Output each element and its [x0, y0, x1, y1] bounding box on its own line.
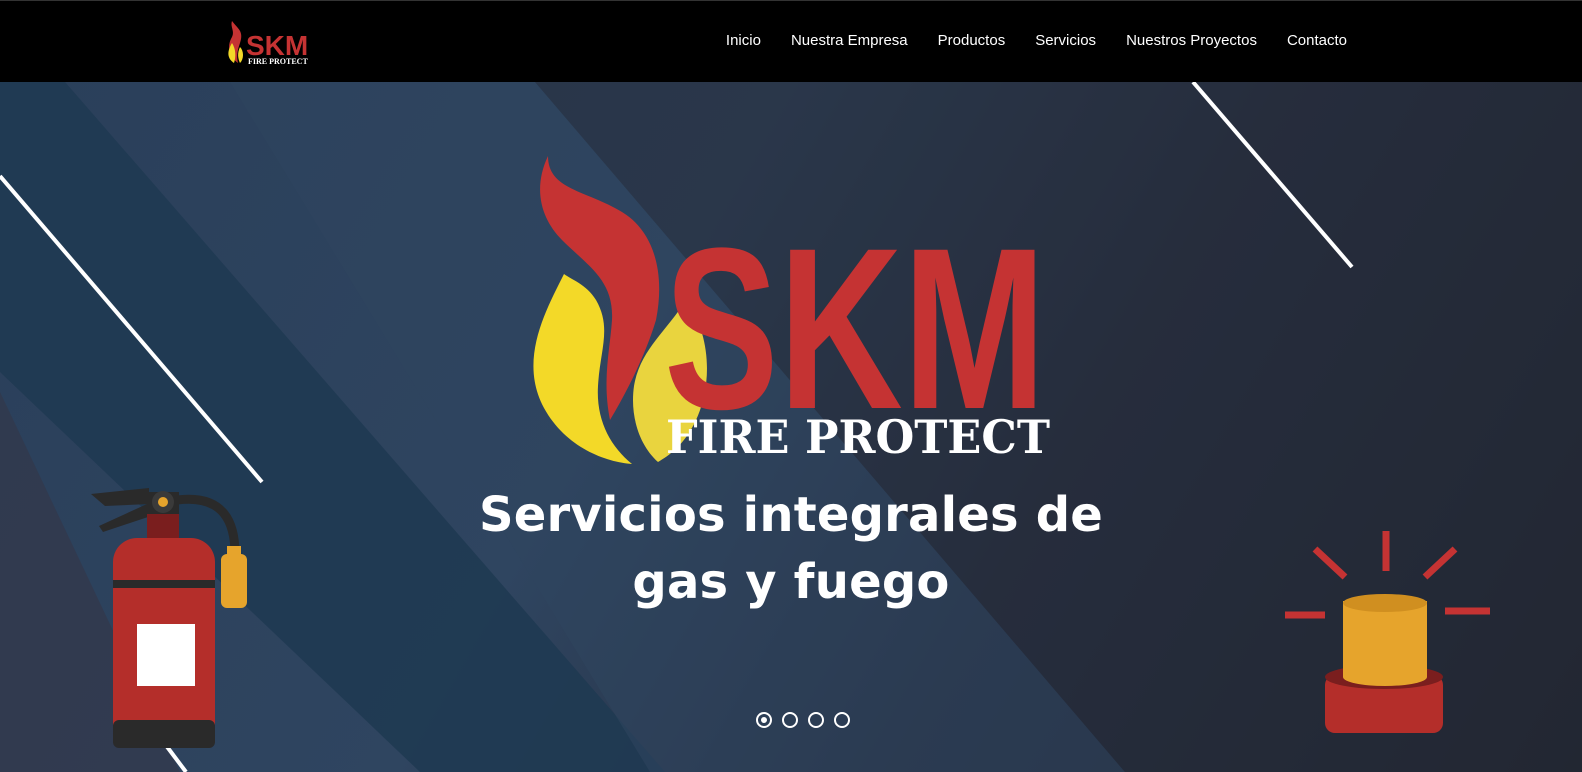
hero-logo-subtext: FIRE PROTECT [666, 410, 1050, 464]
slider-dot-1[interactable] [756, 712, 772, 728]
nav-item-servicios[interactable]: Servicios [1035, 32, 1096, 49]
page: SKM FIRE PROTECT Inicio Nuestra Empresa … [0, 0, 1582, 772]
slider-dot-3[interactable] [808, 712, 824, 728]
main-nav: Inicio Nuestra Empresa Productos Servici… [696, 32, 1347, 49]
brand-logo-icon: SKM FIRE PROTECT [228, 21, 308, 66]
fire-extinguisher-icon [85, 484, 255, 754]
hero-logo: SKM FIRE PROTECT [526, 150, 1066, 466]
hero-headline: Servicios integrales de gas y fuego [391, 482, 1191, 616]
slider-dot-2[interactable] [782, 712, 798, 728]
flame-icon: SKM FIRE PROTECT [533, 156, 1050, 464]
slider-pagination [756, 712, 850, 728]
nav-item-nuestra-empresa[interactable]: Nuestra Empresa [791, 32, 908, 49]
hero-headline-line-2: gas y fuego [632, 554, 950, 610]
brand-logo-link[interactable]: SKM FIRE PROTECT [226, 19, 308, 67]
site-header: SKM FIRE PROTECT Inicio Nuestra Empresa … [0, 0, 1582, 82]
nav-item-productos[interactable]: Productos [938, 32, 1006, 49]
alarm-beacon-icon [1285, 527, 1505, 747]
nav-item-nuestros-proyectos[interactable]: Nuestros Proyectos [1126, 32, 1257, 49]
hero-headline-line-1: Servicios integrales de [478, 487, 1104, 543]
slider-dot-4[interactable] [834, 712, 850, 728]
brand-logo-subtext: FIRE PROTECT [248, 57, 308, 66]
hero-slider: SKM FIRE PROTECT Servicios integrales de… [0, 82, 1582, 772]
nav-item-inicio[interactable]: Inicio [726, 32, 761, 49]
nav-item-contacto[interactable]: Contacto [1287, 32, 1347, 49]
